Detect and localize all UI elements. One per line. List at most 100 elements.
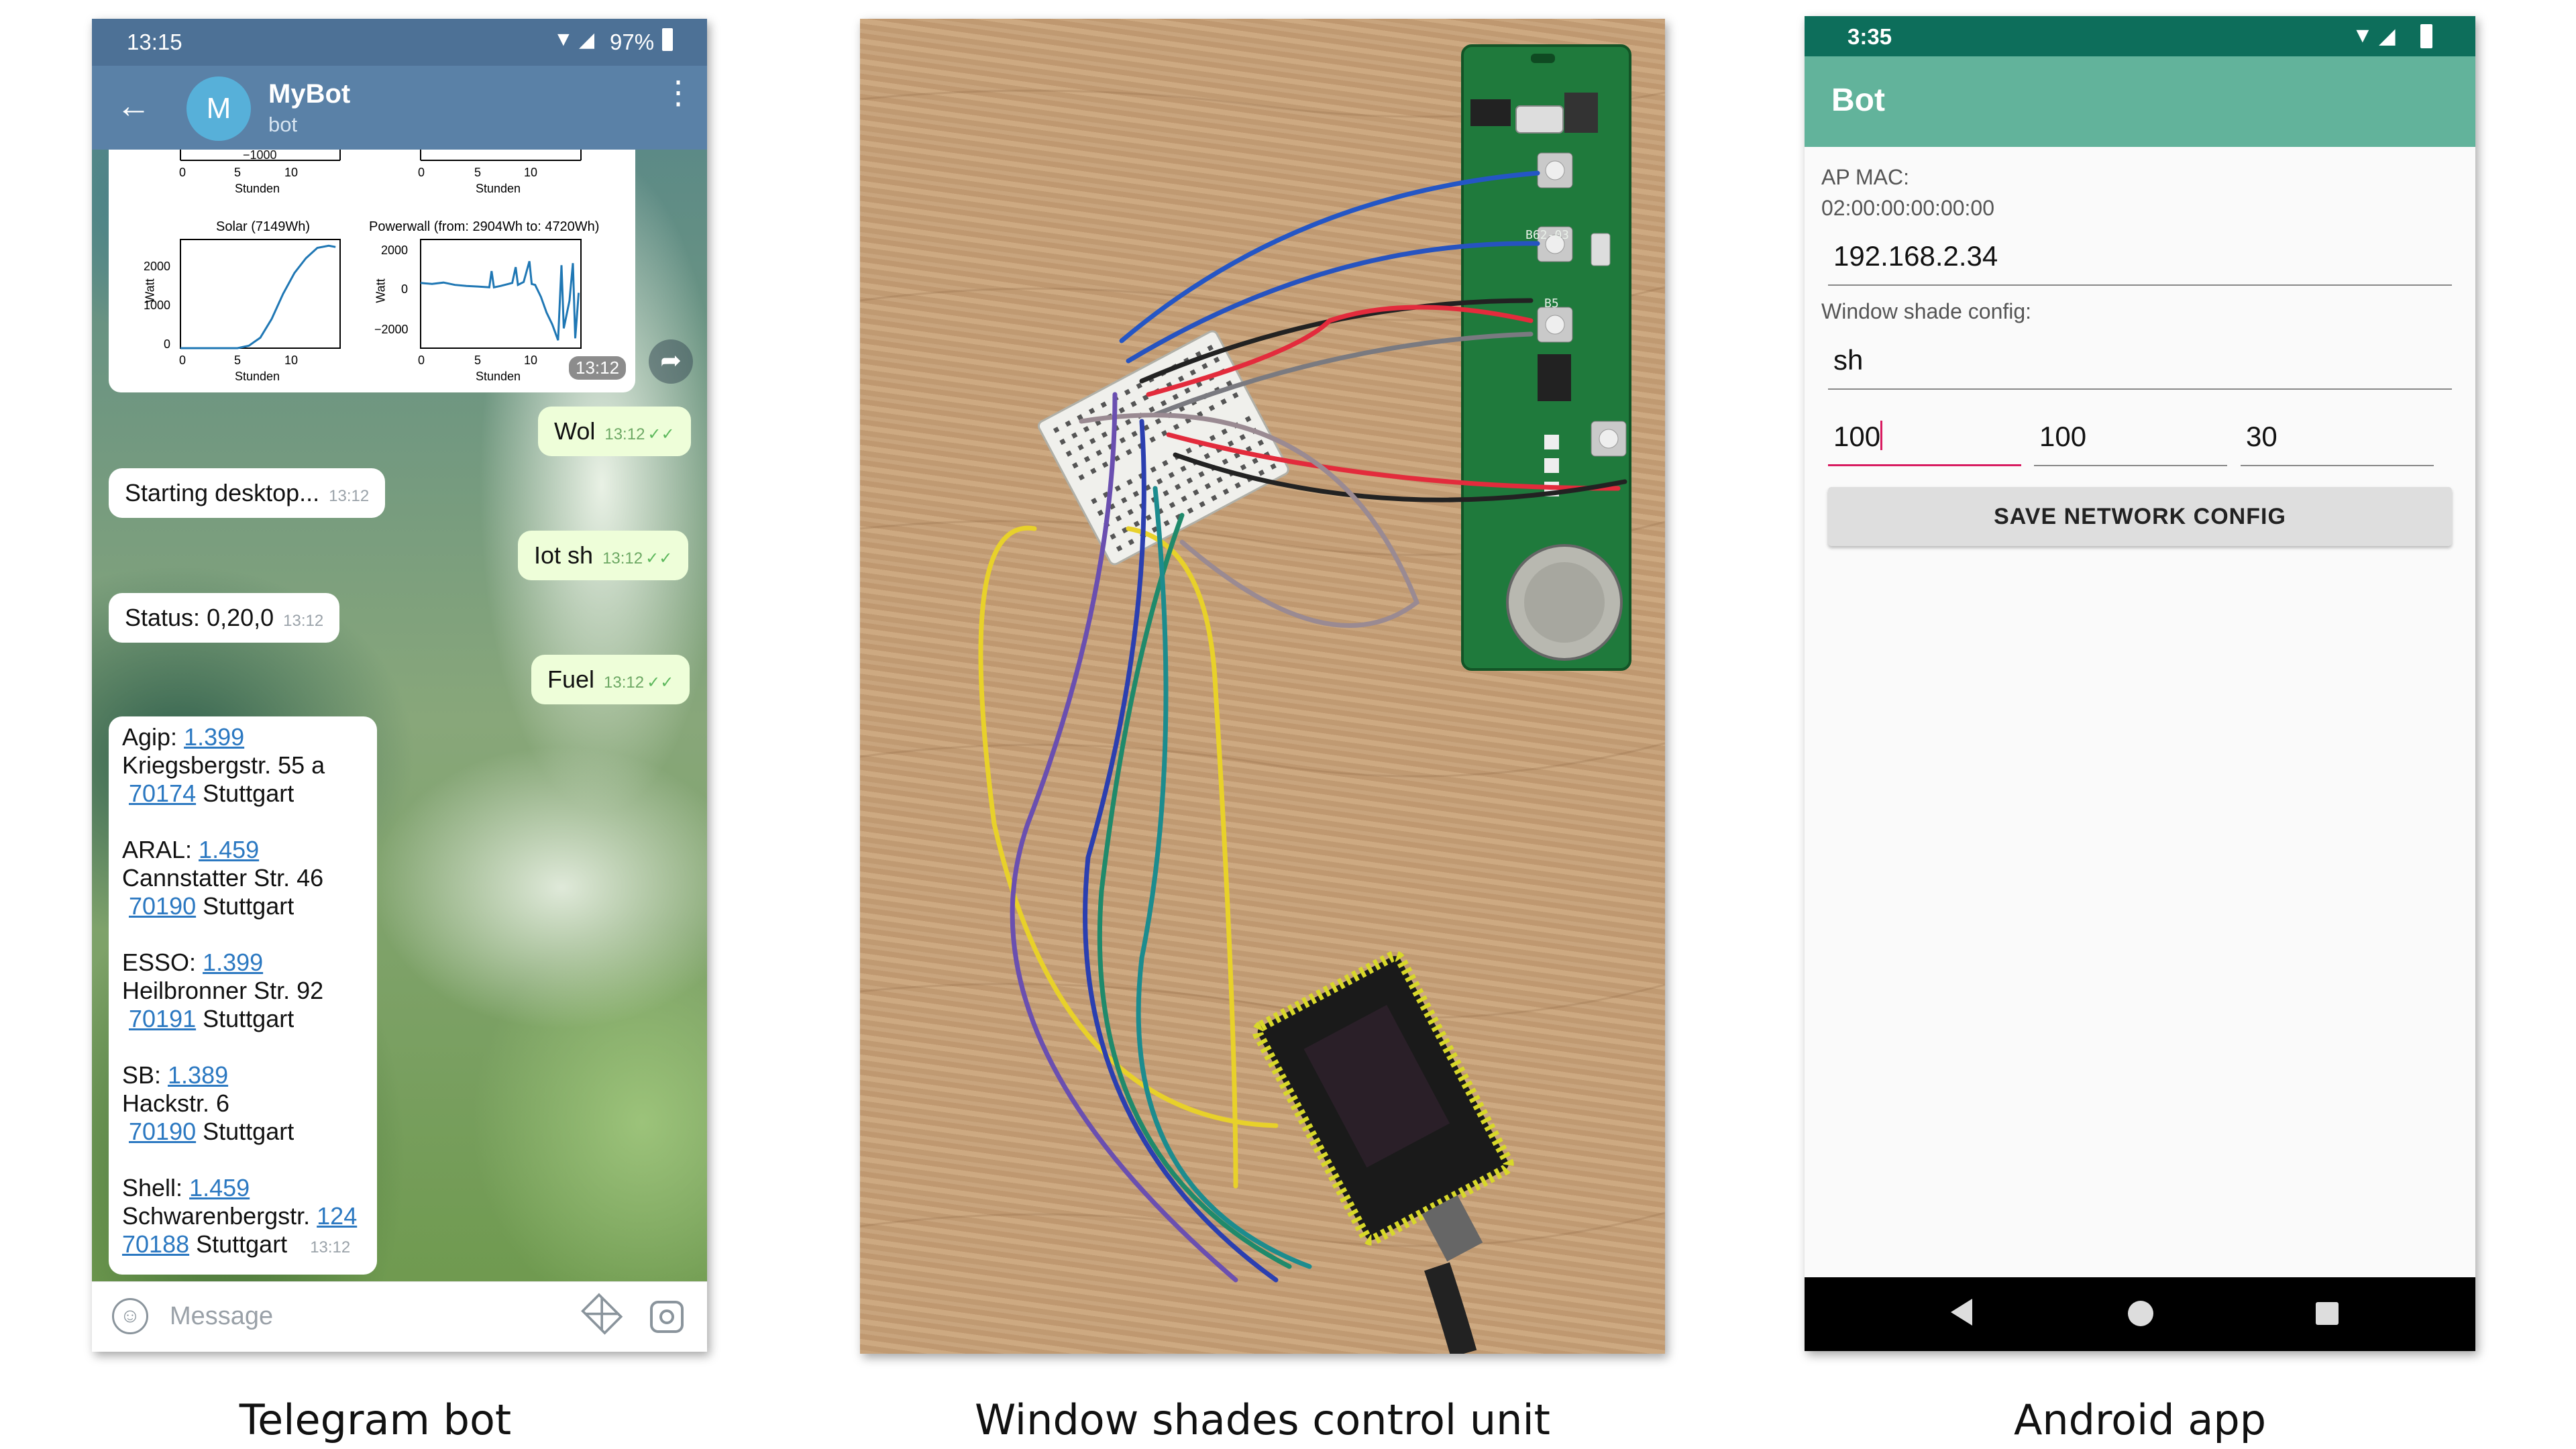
navigation-bar — [1805, 1277, 2475, 1351]
battery-percent: 97% — [610, 30, 655, 54]
zip-link[interactable]: 70174 — [129, 780, 196, 807]
usb-cable — [1424, 1262, 1477, 1354]
android-screenshot: 3:35 ▼ ◢ Bot AP MAC: 02:00:00:00:00:00 1… — [1805, 16, 2475, 1351]
zip-link[interactable]: 70188 — [122, 1230, 189, 1258]
ip-address-field[interactable]: 192.168.2.34 — [1828, 236, 2452, 286]
message-time: 13:12 — [604, 425, 645, 443]
fuel-station: ARAL: 1.459 Cannstatter Str. 46 70190 St… — [122, 836, 364, 920]
message-text: Starting desktop... — [125, 479, 320, 506]
message-in[interactable]: Status: 0,20,0 13:12 — [109, 593, 340, 643]
message-input-bar: ☺ Message ⌧ — [92, 1281, 707, 1352]
powerwall-chart — [420, 239, 582, 349]
station-street: Cannstatter Str. 46 — [122, 864, 324, 892]
param-field-1[interactable]: 100 — [1828, 417, 2021, 466]
fuel-station: Agip: 1.399 Kriegsbergstr. 55 a 70174 St… — [122, 723, 364, 808]
zip-link[interactable]: 70191 — [129, 1005, 196, 1032]
status-bar: 3:35 ▼ ◢ — [1805, 16, 2475, 56]
tick-label: 0 — [179, 354, 186, 367]
tick-label: 5 — [234, 166, 241, 179]
zip-link[interactable]: 70190 — [129, 892, 196, 920]
station-name: SB: — [122, 1061, 168, 1089]
price-link[interactable]: 1.389 — [168, 1061, 228, 1089]
tick-label: 5 — [234, 354, 241, 367]
station-city: Stuttgart — [196, 1005, 294, 1032]
shade-config-field[interactable]: sh — [1828, 340, 2452, 390]
solar-series-line — [180, 244, 336, 350]
message-out[interactable]: Fuel 13:12 ✓✓ — [531, 655, 690, 704]
message-time: 13:12 — [604, 674, 645, 692]
double-check-icon: ✓✓ — [645, 549, 673, 568]
chart-image-message[interactable]: −1000 0 5 10 Stunden 0 5 10 Stunden Sola… — [109, 150, 635, 392]
home-icon[interactable] — [2128, 1301, 2153, 1326]
breadboard — [1037, 330, 1289, 566]
tick-label: 10 — [524, 166, 538, 179]
x-axis-label: Stunden — [235, 182, 280, 195]
powerwall-series-line — [420, 260, 580, 341]
param-field-1-value: 100 — [1833, 421, 1881, 452]
charts-figure — [180, 150, 582, 350]
message-out[interactable]: Iot sh 13:12 ✓✓ — [518, 531, 689, 580]
x-axis-label: Stunden — [476, 182, 521, 195]
save-network-config-button[interactable]: SAVE NETWORK CONFIG — [1828, 487, 2452, 546]
station-name: Agip: — [122, 723, 184, 751]
arrow-left-icon[interactable]: ← — [116, 86, 151, 126]
chat-toolbar: ← M MyBot bot ⋮ — [92, 66, 707, 150]
chat-title[interactable]: MyBot — [268, 79, 350, 109]
caption-hardware: Window shades control unit — [974, 1395, 1550, 1444]
message-out[interactable]: Wol 13:12 ✓✓ — [538, 407, 691, 456]
street-number-link[interactable]: 124 — [317, 1202, 357, 1230]
price-link[interactable]: 1.399 — [184, 723, 244, 751]
fuel-station: SB: 1.389 Hackstr. 6 70190 Stuttgart — [122, 1061, 364, 1146]
top-right-chart — [420, 150, 582, 161]
share-icon[interactable]: ➦ — [649, 339, 693, 384]
station-name: Shell: — [122, 1174, 190, 1201]
status-time: 13:15 — [127, 30, 182, 54]
pcb-label: B62-03 — [1525, 228, 1569, 242]
message-in[interactable]: Starting desktop... 13:12 — [109, 468, 386, 518]
station-city: Stuttgart — [196, 780, 294, 807]
station-street: Heilbronner Str. 92 — [122, 977, 324, 1004]
station-street: Schwarenbergstr. — [122, 1202, 317, 1230]
wifi-icon: ▼ — [553, 28, 574, 50]
station-street: Kriegsbergstr. 55 a — [122, 751, 325, 779]
tick-label: −2000 — [374, 323, 409, 336]
solar-chart-title: Solar (7149Wh) — [216, 219, 311, 234]
top-right-partial-tick: −1000 — [243, 150, 277, 162]
param-field-2[interactable]: 100 — [2034, 417, 2227, 466]
tick-label: 0 — [164, 337, 171, 351]
telegram-screenshot: 13:15 ▼ ◢ 97% ← M MyBot bot ⋮ −1000 0 5 … — [92, 19, 707, 1352]
station-city: Stuttgart — [196, 1118, 294, 1145]
more-vert-icon[interactable]: ⋮ — [662, 77, 694, 109]
avatar[interactable]: M — [186, 76, 251, 141]
image-time-badge: 13:12 — [569, 356, 627, 380]
zip-link[interactable]: 70190 — [129, 1118, 196, 1145]
remote-control-pcb: B62-03 B5 — [1461, 44, 1631, 671]
price-link[interactable]: 1.399 — [203, 949, 263, 976]
message-input[interactable]: Message — [170, 1302, 273, 1331]
emoji-icon[interactable]: ☺ — [112, 1298, 148, 1334]
caption-android: Android app — [2013, 1395, 2267, 1444]
back-icon[interactable] — [1951, 1299, 1972, 1326]
status-time: 3:35 — [1847, 24, 1892, 49]
tick-label: 5 — [474, 166, 482, 179]
camera-icon[interactable] — [650, 1301, 684, 1333]
x-axis-label: Stunden — [235, 370, 280, 383]
paperclip-icon[interactable]: ⌧ — [574, 1287, 629, 1342]
message-text: Status: 0,20,0 — [125, 604, 274, 631]
message-text: Iot sh — [534, 541, 594, 569]
price-link[interactable]: 1.459 — [189, 1174, 250, 1201]
price-link[interactable]: 1.459 — [199, 836, 259, 863]
recents-icon[interactable] — [2316, 1302, 2339, 1325]
battery-icon — [662, 28, 673, 51]
fuel-list-message[interactable]: Agip: 1.399 Kriegsbergstr. 55 a 70174 St… — [109, 716, 377, 1275]
message-time: 13:12 — [283, 612, 324, 630]
powerwall-chart-title: Powerwall (from: 2904Wh to: 4720Wh) — [369, 219, 600, 234]
message-time: 13:12 — [602, 549, 643, 568]
ap-mac-label: AP MAC: — [1821, 165, 1909, 189]
tick-label: 2000 — [381, 244, 409, 257]
double-check-icon: ✓✓ — [647, 425, 675, 443]
param-field-3[interactable]: 30 — [2241, 417, 2434, 466]
tick-label: 0 — [418, 354, 425, 367]
x-axis-label: Stunden — [476, 370, 521, 383]
pcb-label: B5 — [1544, 297, 1559, 311]
